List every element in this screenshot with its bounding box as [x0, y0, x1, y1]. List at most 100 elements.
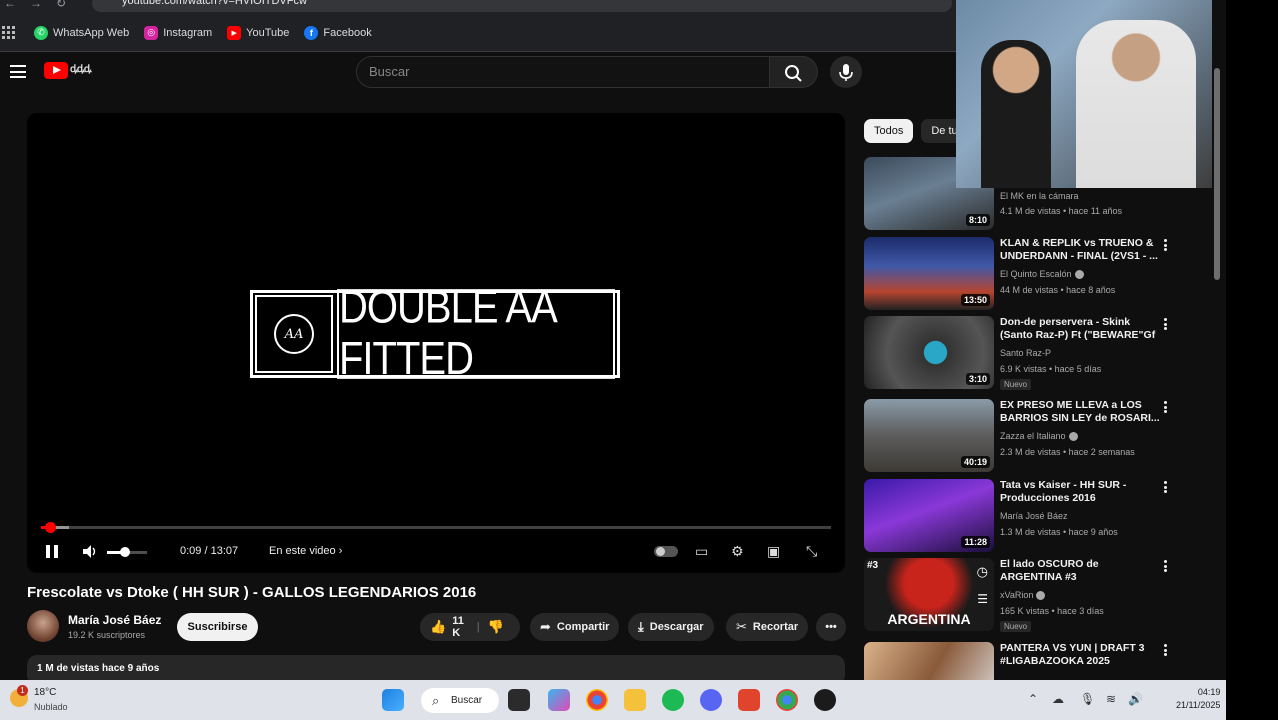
- pause-button[interactable]: [46, 545, 58, 558]
- bookmark-facebook[interactable]: f Facebook: [304, 25, 372, 40]
- progress-scrubber[interactable]: [45, 522, 57, 533]
- more-vertical-icon[interactable]: [1164, 401, 1168, 413]
- bookmark-whatsapp[interactable]: ✆ WhatsApp Web: [34, 25, 129, 40]
- scrollbar-thumb[interactable]: [1214, 68, 1220, 280]
- subtitles-icon[interactable]: ▭: [695, 544, 708, 558]
- progress-bar[interactable]: [41, 522, 831, 533]
- recommendation-item[interactable]: PANTERA VS YUN | DRAFT 3 #LIGABAZOOKA 20…: [864, 642, 1209, 680]
- views-and-date: 1 M de vistas hace 9 años: [37, 663, 160, 674]
- chip-todos[interactable]: Todos: [864, 119, 914, 143]
- fullscreen-icon[interactable]: ⤡: [806, 544, 817, 558]
- more-vertical-icon[interactable]: [1164, 239, 1168, 251]
- subscribe-button[interactable]: Suscribirse: [177, 613, 258, 641]
- sidebar-scrollbar[interactable]: [1211, 56, 1223, 678]
- volume-knob[interactable]: [120, 547, 130, 557]
- share-button[interactable]: ➦ Compartir: [530, 613, 620, 641]
- channel-avatar[interactable]: [27, 610, 59, 642]
- volume-tray-icon[interactable]: 🔊: [1128, 692, 1143, 706]
- browser-nav-icons[interactable]: ←→↻: [4, 0, 80, 10]
- recommendation-title[interactable]: Don-de perservera - Skink (Santo Raz-P) …: [1000, 316, 1160, 342]
- tray-chevron-icon[interactable]: ⌃: [1028, 692, 1038, 706]
- search-button[interactable]: [770, 56, 818, 88]
- scissors-icon: ✂: [736, 619, 747, 634]
- tray-app-icon[interactable]: ☁: [1052, 692, 1064, 706]
- verified-icon: [1074, 270, 1084, 280]
- recommendation-title[interactable]: PANTERA VS YUN | DRAFT 3 #LIGABAZOOKA 20…: [1000, 642, 1160, 668]
- volume-icon[interactable]: [83, 545, 98, 558]
- time-display: 0:09 / 13:07: [180, 545, 239, 557]
- video-thumbnail[interactable]: 13:50: [864, 237, 994, 310]
- download-button[interactable]: ⤓ Descargar: [628, 613, 714, 641]
- clip-button[interactable]: ✂ Recortar: [726, 613, 809, 641]
- share-icon: ➦: [540, 619, 551, 634]
- settings-gear-icon[interactable]: ⚙: [731, 544, 744, 558]
- channel-name[interactable]: María José Báez: [68, 613, 161, 627]
- more-vertical-icon[interactable]: [1164, 318, 1168, 330]
- youtube-doodle-icon[interactable]: ꝱꝱꝱ: [70, 61, 110, 79]
- more-actions-button[interactable]: •••: [816, 613, 846, 641]
- download-icon: ⤓: [638, 619, 644, 634]
- recorder-icon[interactable]: [814, 689, 836, 711]
- video-thumbnail[interactable]: #3 ARGENTINA ◷ ☰: [864, 558, 994, 631]
- youtube-header: ꝱꝱꝱ Buscar: [0, 52, 960, 92]
- recommendation-title[interactable]: El lado OSCURO de ARGENTINA #3: [1000, 558, 1160, 584]
- app-icon[interactable]: [738, 689, 760, 711]
- watch-later-icon[interactable]: ◷: [977, 564, 988, 580]
- video-thumbnail[interactable]: [864, 642, 994, 680]
- youtube-logo[interactable]: [44, 62, 68, 79]
- voice-search-button[interactable]: [830, 56, 862, 88]
- recommendation-title[interactable]: Tata vs Kaiser - HH SUR - Producciones 2…: [1000, 479, 1160, 505]
- video-player[interactable]: AA DOUBLE AA FITTED 0:09 / 13:07 En este…: [27, 113, 845, 573]
- taskbar: 1 18°C Nublado Buscar ⌃ ☁ 🎙 ≋ 🔊 04:19 21…: [0, 680, 1226, 720]
- recommendation-item[interactable]: 40:19 EX PRESO ME LLEVA a LOS BARRIOS SI…: [864, 399, 1209, 474]
- autoplay-toggle[interactable]: [654, 546, 678, 557]
- bookmarks-bar: ✆ WhatsApp Web ◎ Instagram ▶ YouTube f Faceb…: [0, 14, 960, 52]
- copilot-icon[interactable]: [548, 689, 570, 711]
- spotify-icon[interactable]: [662, 689, 684, 711]
- volume-slider[interactable]: [107, 547, 147, 557]
- recommendation-title[interactable]: KLAN & REPLIK vs TRUENO & UNDERDANN - FI…: [1000, 237, 1160, 263]
- recommendation-title[interactable]: EX PRESO ME LLEVA a LOS BARRIOS SIN LEY …: [1000, 399, 1160, 425]
- brand-text: DOUBLE AA FITTED: [337, 282, 615, 385]
- menu-icon[interactable]: [10, 65, 26, 78]
- whatsapp-icon: ✆: [34, 25, 48, 40]
- video-thumbnail[interactable]: 40:19: [864, 399, 994, 472]
- dislike-icon[interactable]: 👎: [488, 619, 504, 635]
- wifi-icon[interactable]: ≋: [1106, 692, 1116, 706]
- task-view-icon[interactable]: [508, 689, 530, 711]
- theater-mode-icon[interactable]: ▣: [767, 544, 780, 558]
- video-thumbnail[interactable]: 3:10: [864, 316, 994, 389]
- recommendation-item[interactable]: #3 ARGENTINA ◷ ☰ El lado OSCURO de ARGEN…: [864, 558, 1209, 633]
- bookmark-instagram[interactable]: ◎ Instagram: [144, 25, 212, 40]
- instagram-icon: ◎: [144, 25, 159, 40]
- like-dislike-group: 👍 11 K | 👎: [420, 613, 520, 641]
- recommendation-item[interactable]: 11:28 Tata vs Kaiser - HH SUR - Producci…: [864, 479, 1209, 554]
- like-count[interactable]: 11 K: [452, 615, 469, 639]
- recommendation-item[interactable]: 13:50 KLAN & REPLIK vs TRUENO & UNDERDAN…: [864, 237, 1209, 312]
- webcam-person-right: [1076, 20, 1196, 188]
- more-vertical-icon[interactable]: [1164, 644, 1168, 656]
- tray-mic-icon[interactable]: 🎙: [1080, 692, 1095, 706]
- like-icon[interactable]: 👍: [430, 619, 446, 635]
- discord-icon[interactable]: [700, 689, 722, 711]
- search-icon: [785, 65, 802, 82]
- recommendation-item[interactable]: 3:10 Don-de perservera - Skink (Santo Ra…: [864, 316, 1209, 391]
- chrome-profile-icon[interactable]: [776, 689, 798, 711]
- chapters-button[interactable]: En este video ›: [269, 545, 342, 557]
- webcam-person-left: [981, 40, 1051, 188]
- more-vertical-icon[interactable]: [1164, 560, 1168, 572]
- system-clock[interactable]: 04:19 21/11/2025: [1176, 686, 1220, 712]
- windows-start-icon[interactable]: [382, 689, 404, 711]
- url-field[interactable]: youtube.com/watch?v=HVIOITDVFcw: [92, 0, 952, 12]
- chrome-icon[interactable]: [586, 689, 608, 711]
- file-explorer-icon[interactable]: [624, 689, 646, 711]
- search-input[interactable]: Buscar: [356, 56, 770, 88]
- taskbar-search[interactable]: Buscar: [421, 688, 499, 713]
- apps-grid-icon[interactable]: [2, 25, 16, 40]
- youtube-icon: ▶: [227, 25, 242, 40]
- add-to-queue-icon[interactable]: ☰: [977, 592, 988, 606]
- more-vertical-icon[interactable]: [1164, 481, 1168, 493]
- subscriber-count: 19.2 K suscriptores: [68, 630, 146, 640]
- bookmark-youtube[interactable]: ▶ YouTube: [227, 25, 289, 40]
- video-thumbnail[interactable]: 11:28: [864, 479, 994, 552]
